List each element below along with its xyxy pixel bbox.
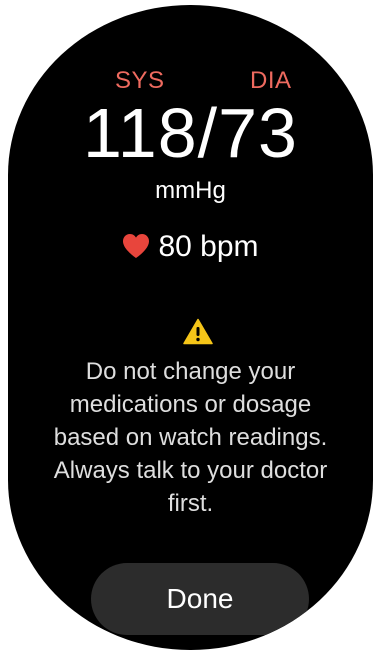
pulse-row: 80 bpm <box>8 227 373 267</box>
medication-disclaimer: Do not change your medications or dosage… <box>53 358 328 517</box>
watch-screen: SYS DIA 118/73 mmHg 80 bpm Do not change… <box>8 5 373 650</box>
heart-icon <box>122 230 150 258</box>
bp-reading: 118/73 <box>83 94 298 172</box>
dia-label: DIA <box>250 67 292 94</box>
warning-icon <box>183 318 213 345</box>
bp-unit: mmHg <box>155 177 226 204</box>
done-button[interactable]: Done <box>91 563 309 635</box>
pulse-value: 80 bpm <box>158 230 259 263</box>
sys-label: SYS <box>115 67 165 94</box>
